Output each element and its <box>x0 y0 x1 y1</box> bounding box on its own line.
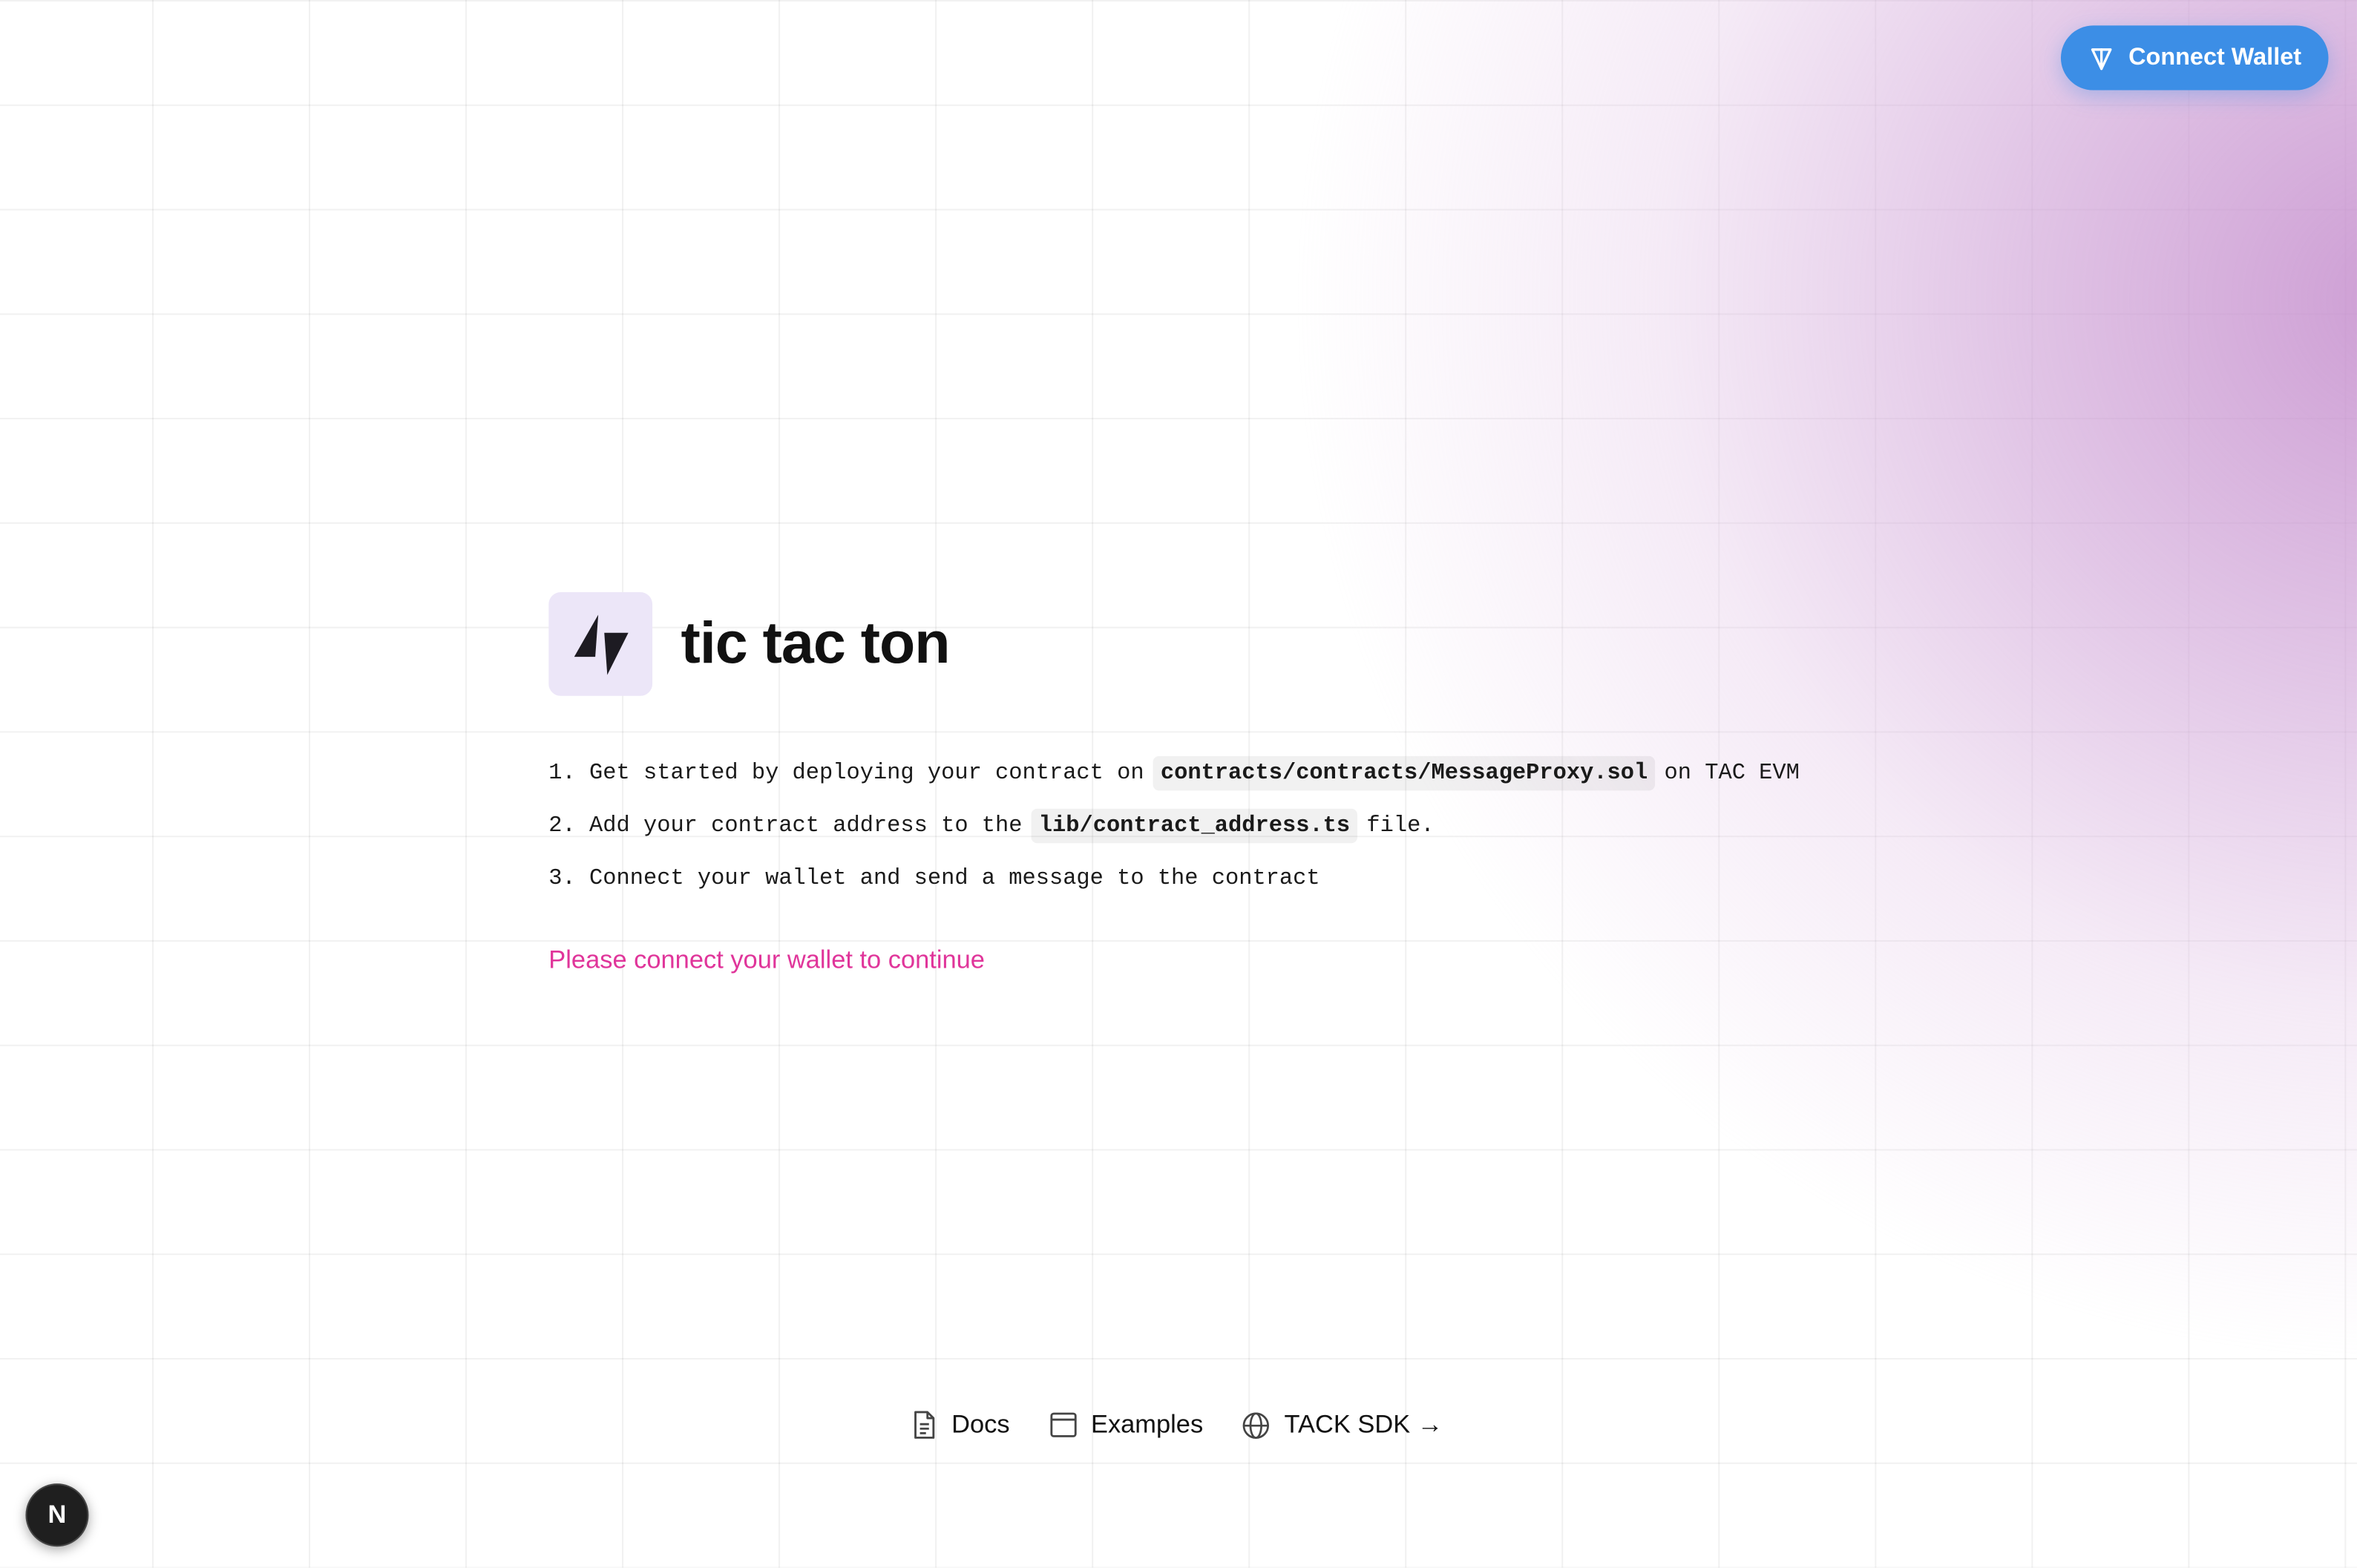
wallet-status-message: Please connect your wallet to continue <box>548 945 985 974</box>
list-item: 2. Add your contract address to the lib/… <box>548 800 1800 853</box>
list-item: 1. Get started by deploying your contrac… <box>548 747 1800 800</box>
step-text-suffix: file. <box>1366 813 1435 839</box>
instructions-list: 1. Get started by deploying your contrac… <box>548 747 1800 905</box>
page: Connect Wallet tic tac ton 1. Get starte… <box>0 0 2357 1568</box>
docs-link-label: Docs <box>951 1409 1010 1439</box>
app-logo <box>548 592 653 696</box>
dev-badge-label: N <box>47 1500 67 1529</box>
page-title: tic tac ton <box>681 611 951 677</box>
step-text: Connect your wallet and send a message t… <box>589 865 1320 892</box>
connect-wallet-button[interactable]: Connect Wallet <box>2060 25 2329 91</box>
connect-wallet-label: Connect Wallet <box>2128 44 2302 70</box>
code-snippet: contracts/contracts/MessageProxy.sol <box>1153 755 1656 791</box>
globe-icon <box>1243 1411 1270 1438</box>
examples-link[interactable]: Examples <box>1049 1410 1203 1440</box>
list-item: 3. Connect your wallet and send a messag… <box>548 852 1800 905</box>
nextjs-icon[interactable]: N <box>25 1483 89 1547</box>
tack-sdk-link[interactable]: TACK SDK → <box>1242 1410 1443 1440</box>
step-text: Add your contract address to the <box>589 813 1023 839</box>
ton-diamond-icon <box>2088 45 2114 71</box>
tack-sdk-link-label: TACK SDK → <box>1284 1409 1443 1439</box>
step-number: 1. <box>548 760 576 787</box>
examples-link-label: Examples <box>1090 1409 1204 1439</box>
footer-links: Docs Examples TACK SDK → <box>911 1410 1443 1440</box>
document-icon <box>914 1411 935 1439</box>
docs-link[interactable]: Docs <box>911 1409 1010 1440</box>
step-number: 2. <box>548 813 576 839</box>
lightning-bolt-icon <box>573 614 628 675</box>
code-snippet: lib/contract_address.ts <box>1031 808 1358 844</box>
step-text: Get started by deploying your contract o… <box>589 760 1144 787</box>
step-number: 3. <box>548 865 576 892</box>
window-icon <box>1049 1412 1077 1437</box>
step-text-suffix: on TAC EVM <box>1664 760 1800 787</box>
